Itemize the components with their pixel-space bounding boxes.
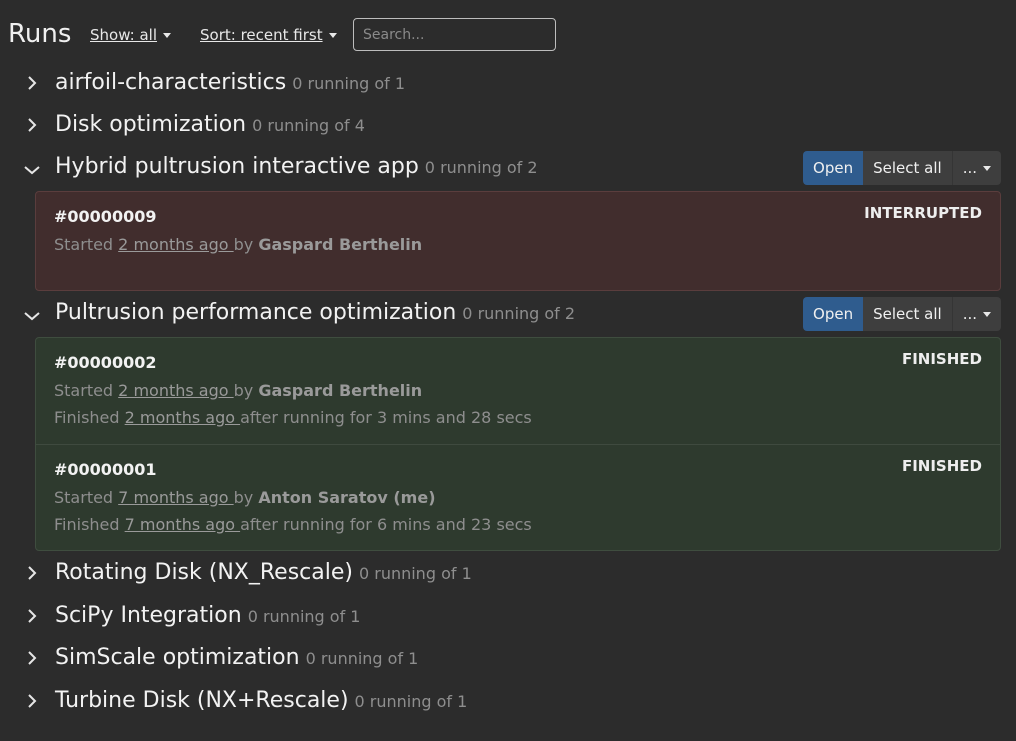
group-name[interactable]: Disk optimization (55, 112, 246, 137)
more-label: ... (962, 159, 977, 177)
group-row[interactable]: Rotating Disk (NX_Rescale) 0 running of 1 (0, 553, 1016, 593)
run-item[interactable]: #00000001 FINISHED Started 7 months ago … (36, 444, 1000, 550)
run-id[interactable]: #00000009 (54, 206, 982, 228)
select-all-button[interactable]: Select all (863, 151, 952, 185)
group-row[interactable]: SciPy Integration 0 running of 1 (0, 596, 1016, 636)
show-filter-label: Show: all (90, 26, 158, 44)
chevron-right-icon[interactable] (22, 563, 42, 583)
chevron-down-icon[interactable] (22, 160, 42, 180)
sort-filter-label: Sort: recent first (200, 26, 323, 44)
group-row[interactable]: Disk optimization 0 running of 4 (0, 105, 1016, 145)
group-row[interactable]: airfoil-characteristics 0 running of 1 (0, 63, 1016, 103)
group-row[interactable]: SimScale optimization 0 running of 1 (0, 638, 1016, 678)
chevron-right-icon[interactable] (22, 73, 42, 93)
show-filter-dropdown[interactable]: Show: all (90, 24, 172, 46)
chevron-right-icon[interactable] (22, 115, 42, 135)
group-count: 0 running of 1 (358, 564, 472, 583)
run-duration: after running for 3 mins and 28 secs (240, 408, 532, 427)
run-finished-line: Finished 2 months ago after running for … (54, 404, 982, 431)
chevron-right-icon[interactable] (22, 648, 42, 668)
group-count: 0 running of 2 (424, 158, 538, 177)
chevron-down-icon (163, 33, 172, 38)
user-name: Gaspard Berthelin (258, 381, 423, 400)
sort-filter-dropdown[interactable]: Sort: recent first (200, 24, 337, 46)
run-started-line: Started 2 months ago by Gaspard Bertheli… (54, 377, 982, 404)
group-name[interactable]: Hybrid pultrusion interactive app (55, 154, 419, 179)
run-duration: after running for 6 mins and 23 secs (240, 515, 532, 534)
run-id[interactable]: #00000002 (54, 352, 982, 374)
run-started-line: Started 7 months ago by Anton Saratov (m… (54, 484, 982, 511)
run-id[interactable]: #00000001 (54, 459, 982, 481)
user-name: Gaspard Berthelin (258, 235, 423, 254)
chevron-right-icon[interactable] (22, 691, 42, 711)
open-button[interactable]: Open (803, 151, 864, 185)
user-name: Anton Saratov (me) (258, 488, 436, 507)
status-badge: FINISHED (901, 457, 982, 475)
status-badge: FINISHED (901, 350, 982, 368)
by-label: by (233, 381, 259, 400)
status-badge: INTERRUPTED (864, 204, 982, 222)
by-label: by (233, 235, 259, 254)
started-time-link[interactable]: 2 months ago (118, 235, 233, 254)
started-prefix: Started (54, 381, 119, 400)
run-card[interactable]: #00000009 INTERRUPTED Started 2 months a… (35, 191, 1001, 291)
group-count: 0 running of 1 (247, 607, 361, 626)
group-name[interactable]: SimScale optimization (55, 645, 300, 670)
run-started-line: Started 2 months ago by Gaspard Bertheli… (54, 231, 982, 258)
finished-prefix: Finished (54, 515, 125, 534)
group-name[interactable]: Rotating Disk (NX_Rescale) (55, 560, 353, 585)
started-prefix: Started (54, 488, 119, 507)
group-name[interactable]: SciPy Integration (55, 603, 242, 628)
group-count: 0 running of 4 (252, 116, 365, 135)
chevron-down-icon (983, 166, 991, 171)
group-row[interactable]: Turbine Disk (NX+Rescale) 0 running of 1 (0, 681, 1016, 721)
finished-time-link[interactable]: 7 months ago (125, 515, 240, 534)
group-count: 0 running of 1 (354, 692, 468, 711)
run-item[interactable]: #00000002 FINISHED Started 2 months ago … (36, 338, 1000, 444)
select-all-button[interactable]: Select all (863, 297, 952, 331)
run-finished-line: Finished 7 months ago after running for … (54, 511, 982, 538)
group-count: 0 running of 1 (305, 649, 419, 668)
chevron-down-icon[interactable] (22, 306, 42, 326)
runs-header: Runs Show: all Sort: recent first (0, 0, 1016, 70)
started-time-link[interactable]: 2 months ago (118, 381, 233, 400)
group-name[interactable]: Turbine Disk (NX+Rescale) (55, 688, 349, 713)
group-count: 0 running of 1 (292, 74, 406, 93)
group-actions: Open Select all ... (803, 297, 1001, 331)
group-count: 0 running of 2 (462, 304, 576, 323)
run-item[interactable]: #00000009 INTERRUPTED Started 2 months a… (36, 192, 1000, 270)
chevron-down-icon (983, 312, 991, 317)
by-label: by (233, 488, 259, 507)
group-name[interactable]: airfoil-characteristics (55, 70, 286, 95)
page-title: Runs (8, 19, 72, 49)
more-actions-dropdown[interactable]: ... (951, 297, 1001, 331)
more-label: ... (962, 305, 977, 323)
started-prefix: Started (54, 235, 119, 254)
group-actions: Open Select all ... (803, 151, 1001, 185)
run-card: #00000002 FINISHED Started 2 months ago … (35, 337, 1001, 551)
finished-time-link[interactable]: 2 months ago (125, 408, 240, 427)
started-time-link[interactable]: 7 months ago (118, 488, 233, 507)
group-row[interactable]: Hybrid pultrusion interactive app 0 runni… (0, 150, 1016, 190)
finished-prefix: Finished (54, 408, 125, 427)
search-input[interactable] (353, 18, 556, 51)
group-row[interactable]: Pultrusion performance optimization 0 run… (0, 296, 1016, 336)
more-actions-dropdown[interactable]: ... (951, 151, 1001, 185)
group-name[interactable]: Pultrusion performance optimization (55, 300, 456, 325)
chevron-right-icon[interactable] (22, 606, 42, 626)
open-button[interactable]: Open (803, 297, 864, 331)
chevron-down-icon (328, 33, 337, 38)
